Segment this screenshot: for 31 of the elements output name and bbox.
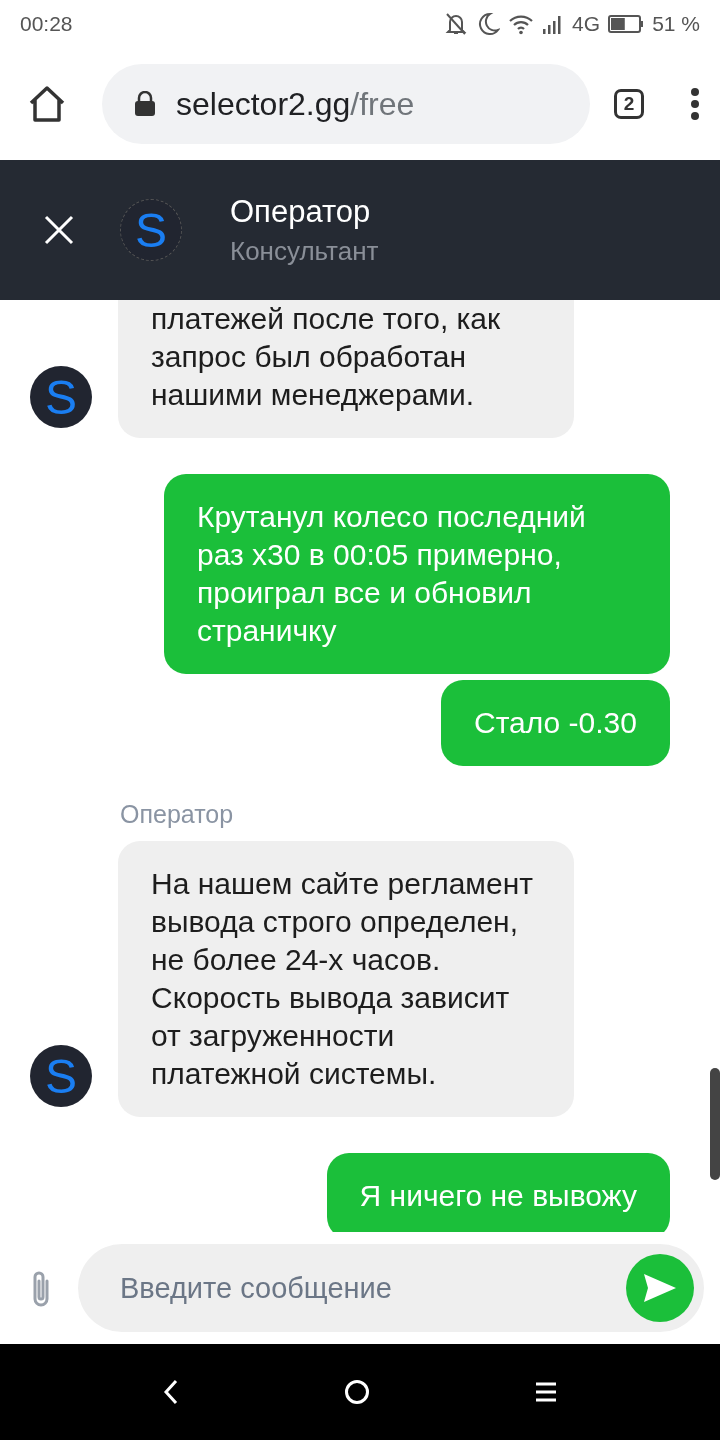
back-icon[interactable] <box>162 1379 179 1405</box>
address-bar[interactable]: selector2.gg/free <box>102 64 590 144</box>
message-bubble: Я ничего не вывожу <box>326 1153 670 1232</box>
scrollbar[interactable] <box>710 1068 720 1180</box>
close-icon[interactable] <box>44 215 74 245</box>
home-circle-icon[interactable] <box>344 1379 370 1405</box>
operator-role: Консультант <box>230 235 379 267</box>
message-field[interactable]: Введите сообщение <box>78 1244 704 1332</box>
wifi-icon <box>508 13 535 35</box>
operator-name: Оператор <box>230 193 372 230</box>
moon-icon <box>478 12 501 36</box>
url-text: selector2.gg/free <box>176 85 415 123</box>
home-icon[interactable] <box>28 86 66 122</box>
avatar-icon: S <box>30 366 92 428</box>
message-bubble: Стало -0.30 <box>441 680 670 766</box>
battery-percent: 51 % <box>652 12 700 36</box>
menu-icon[interactable] <box>535 1382 558 1402</box>
avatar-icon: S <box>120 199 182 261</box>
send-icon <box>643 1273 677 1303</box>
sender-name: Оператор <box>119 800 235 829</box>
message-bubble: На нашем сайте регламент вывода строго определен, не более 24-х часов. Скорость вывода зависит от загруженности платежной системы. <box>118 841 574 1117</box>
clock: 00:28 <box>20 12 73 36</box>
network-type: 4G <box>572 12 601 36</box>
message-bubble: платежей после того, как запрос был обработан нашими менеджерами. <box>118 300 574 438</box>
lock-icon <box>134 91 156 117</box>
tab-count-button[interactable]: 2 <box>614 89 644 119</box>
battery-icon <box>608 14 645 34</box>
message-bubble: Крутанул колесо последний раз x30 в 00:05 примерно, проиграл все и обновил страничку <box>164 474 670 674</box>
avatar-icon: S <box>30 1045 92 1107</box>
message-input[interactable]: Введите сообщение <box>118 1270 626 1306</box>
more-menu-icon[interactable] <box>690 87 700 121</box>
